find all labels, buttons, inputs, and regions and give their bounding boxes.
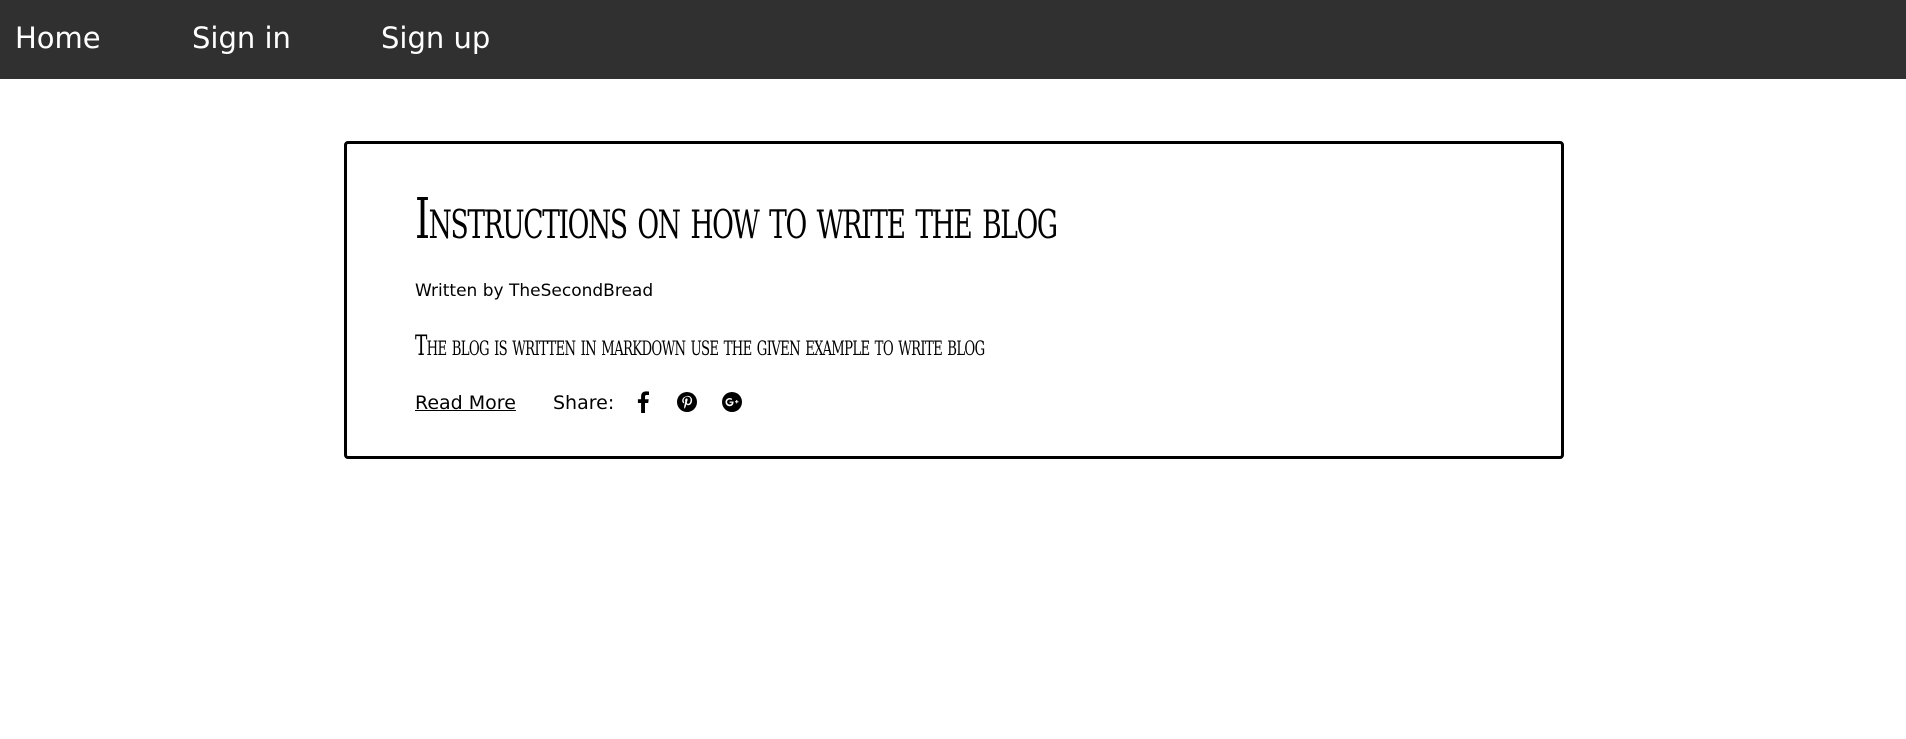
share-label: Share:: [553, 392, 615, 414]
post-excerpt: The blog is written in markdown use the …: [415, 329, 985, 362]
nav-sign-in-link[interactable]: Sign in: [192, 24, 291, 53]
pinterest-icon[interactable]: [675, 390, 699, 414]
google-plus-icon[interactable]: [720, 390, 744, 414]
nav-sign-up-link[interactable]: Sign up: [381, 24, 490, 53]
blog-post-card: Instructions on how to write the blog Wr…: [344, 141, 1564, 459]
post-title: Instructions on how to write the blog: [415, 187, 1058, 252]
post-author: Written by TheSecondBread: [415, 281, 654, 301]
nav-home-link[interactable]: Home: [15, 24, 101, 53]
facebook-icon[interactable]: [631, 390, 655, 414]
top-navbar: Home Sign in Sign up: [0, 0, 1906, 79]
read-more-link[interactable]: Read More: [415, 392, 516, 414]
